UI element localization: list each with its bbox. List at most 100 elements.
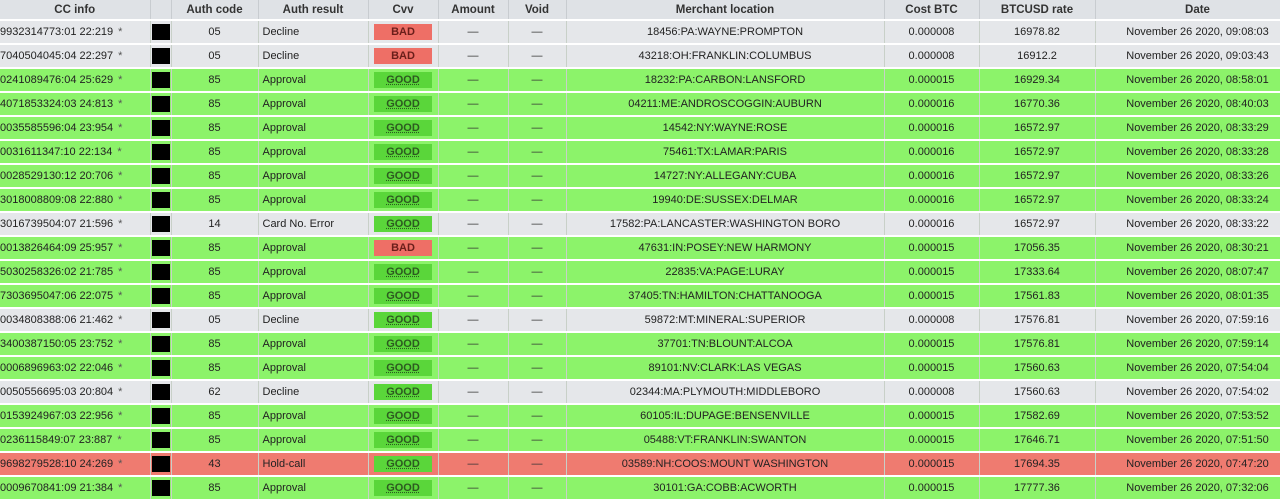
table-row[interactable]: 0028529130:12 20:706 * 85 Approval GOOD —… [0,164,1280,189]
cvv-badge[interactable]: GOOD [374,408,432,424]
cvv-badge[interactable]: BAD [374,48,432,64]
star-icon[interactable]: * [118,458,122,470]
cvv-badge[interactable]: GOOD [374,168,432,184]
star-icon[interactable]: * [118,218,122,230]
cvv-badge[interactable]: GOOD [374,312,432,328]
table-row[interactable]: 0006896963:02 22:046 * 85 Approval GOOD —… [0,356,1280,381]
table-row[interactable]: 0035585596:04 23:954 * 85 Approval GOOD —… [0,116,1280,141]
star-icon[interactable]: * [118,194,122,206]
cost-btc: 0.000015 [884,332,980,357]
table-row[interactable]: 9932314773:01 22:219 * 05 Decline BAD — —… [0,20,1280,45]
cvv-badge[interactable]: GOOD [374,384,432,400]
cvv-badge[interactable]: GOOD [374,192,432,208]
cvv-badge[interactable]: BAD [374,24,432,40]
cvv-cell: GOOD [368,380,439,405]
star-icon[interactable]: * [118,338,122,350]
star-icon[interactable]: * [118,362,122,374]
cvv-cell: BAD [368,20,439,45]
cost-btc: 0.000015 [884,260,980,285]
table-row[interactable]: 0050556695:03 20:804 * 62 Decline GOOD — … [0,380,1280,405]
date: November 26 2020, 07:47:20 [1095,452,1280,477]
cvv-cell: GOOD [368,308,439,333]
redaction-block [151,72,170,88]
table-row[interactable]: 0009670841:09 21:384 * 85 Approval GOOD —… [0,476,1280,501]
auth-code: 85 [171,260,259,285]
table-row[interactable]: 0034808388:06 21:462 * 05 Decline GOOD — … [0,308,1280,333]
table-row[interactable]: 3400387150:05 23:752 * 85 Approval GOOD —… [0,332,1280,357]
cvv-badge[interactable]: GOOD [374,336,432,352]
void: — [508,20,567,45]
star-icon[interactable]: * [118,74,122,86]
table-row[interactable]: 0153924967:03 22:956 * 85 Approval GOOD —… [0,404,1280,429]
star-icon[interactable]: * [118,50,122,62]
star-icon[interactable]: * [118,314,122,326]
date: November 26 2020, 07:51:50 [1095,428,1280,453]
cvv-badge[interactable]: GOOD [374,120,432,136]
header-date[interactable]: Date [1095,0,1280,21]
cvv-badge[interactable]: GOOD [374,360,432,376]
star-icon[interactable]: * [117,146,121,158]
header-cvv[interactable]: Cvv [368,0,439,21]
btcusd-rate: 16572.97 [979,140,1096,165]
date: November 26 2020, 08:30:21 [1095,236,1280,261]
cvv-badge[interactable]: GOOD [374,432,432,448]
star-icon[interactable]: * [118,242,122,254]
void-value: — [531,386,543,398]
cvv-badge[interactable]: GOOD [374,264,432,280]
table-row[interactable]: 0236115849:07 23:887 * 85 Approval GOOD —… [0,428,1280,453]
cvv-badge[interactable]: GOOD [374,288,432,304]
header-cc-info[interactable]: CC info [0,0,151,21]
cvv-badge[interactable]: GOOD [374,144,432,160]
star-icon[interactable]: * [118,266,122,278]
auth-code: 85 [171,236,259,261]
star-icon[interactable]: * [117,434,121,446]
star-icon[interactable]: * [118,122,122,134]
cvv-cell: GOOD [368,476,439,501]
star-icon[interactable]: * [118,26,122,38]
star-icon[interactable]: * [118,482,122,494]
star-icon[interactable]: * [118,410,122,422]
header-btcusd-rate[interactable]: BTCUSD rate [979,0,1096,21]
header-auth-code[interactable]: Auth code [171,0,259,21]
redaction-block [151,120,170,136]
star-icon[interactable]: * [118,170,122,182]
cvv-cell: GOOD [368,452,439,477]
redaction-cell [150,20,172,45]
table-row[interactable]: 5030258326:02 21:785 * 85 Approval GOOD —… [0,260,1280,285]
header-auth-result[interactable]: Auth result [258,0,369,21]
star-icon[interactable]: * [118,290,122,302]
cvv-badge[interactable]: GOOD [374,456,432,472]
header-merchant-location[interactable]: Merchant location [566,0,885,21]
star-icon[interactable]: * [118,386,122,398]
cvv-badge[interactable]: GOOD [374,480,432,496]
void-value: — [531,242,543,254]
header-amount[interactable]: Amount [438,0,509,21]
merchant-location: 22835:VA:PAGE:LURAY [566,260,885,285]
table-row[interactable]: 3018008809:08 22:880 * 85 Approval GOOD —… [0,188,1280,213]
table-row[interactable]: 9698279528:10 24:269 * 43 Hold-call GOOD … [0,452,1280,477]
table-row[interactable]: 4071853324:03 24:813 * 85 Approval GOOD —… [0,92,1280,117]
table-row[interactable]: 0031611347:10 22:134 * 85 Approval GOOD —… [0,140,1280,165]
redaction-block [151,408,170,424]
cvv-badge[interactable]: BAD [374,240,432,256]
header-void[interactable]: Void [508,0,567,21]
btcusd-rate: 17694.35 [979,452,1096,477]
auth-code: 85 [171,356,259,381]
table-row[interactable]: 3016739504:07 21:596 * 14 Card No. Error … [0,212,1280,237]
auth-result: Approval [258,356,369,381]
cc-info-cell: 3016739504:07 21:596 * [0,212,151,237]
table-row[interactable]: 0013826464:09 25:957 * 85 Approval BAD — … [0,236,1280,261]
btcusd-rate: 17777.36 [979,476,1096,501]
table-row[interactable]: 0241089476:04 25:629 * 85 Approval GOOD —… [0,68,1280,93]
table-row[interactable]: 7303695047:06 22:075 * 85 Approval GOOD —… [0,284,1280,309]
auth-result: Approval [258,284,369,309]
cvv-badge[interactable]: GOOD [374,96,432,112]
table-row[interactable]: 7040504045:04 22:297 * 05 Decline BAD — —… [0,44,1280,69]
btcusd-rate: 16572.97 [979,188,1096,213]
redaction-block [151,456,170,472]
cvv-badge[interactable]: GOOD [374,216,432,232]
void: — [508,92,567,117]
header-cost-btc[interactable]: Cost BTC [884,0,980,21]
star-icon[interactable]: * [118,98,122,110]
cvv-badge[interactable]: GOOD [374,72,432,88]
